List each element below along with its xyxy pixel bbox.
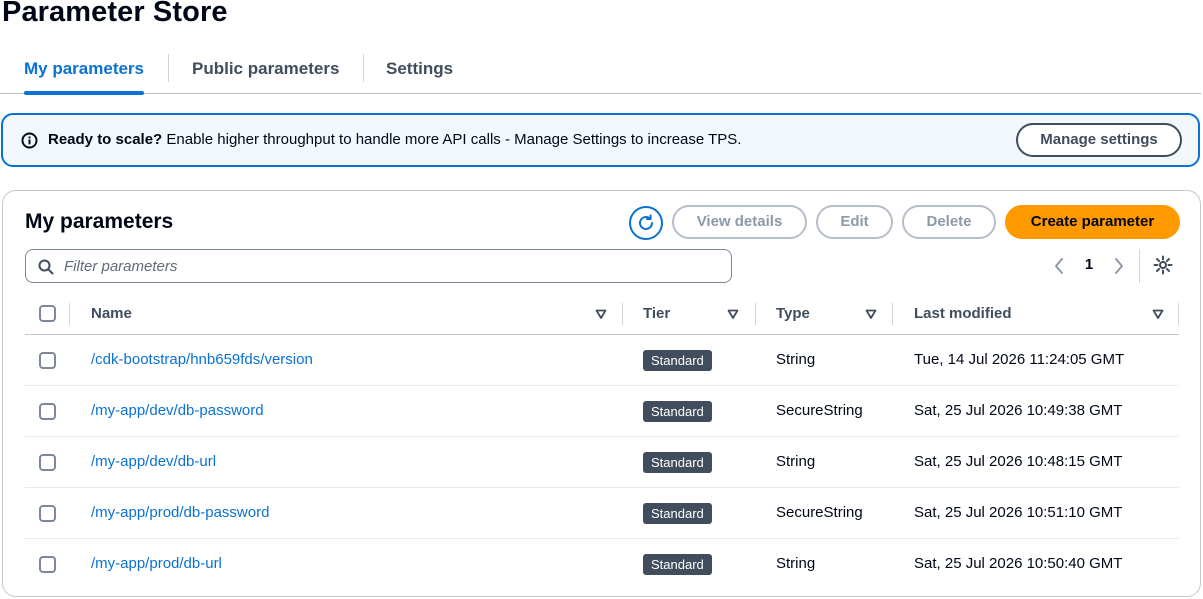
tab-bar: My parameters Public parameters Settings: [0, 46, 1201, 95]
tab-divider: [363, 54, 364, 82]
sort-icon[interactable]: [1152, 308, 1164, 320]
alert-title: Ready to scale?: [48, 131, 163, 148]
table-row: /my-app/dev/db-url Standard String Sat, …: [25, 437, 1179, 488]
info-alert: Ready to scale? Enable higher throughput…: [1, 113, 1200, 167]
row-checkbox[interactable]: [39, 556, 56, 573]
tab-my-parameters[interactable]: My parameters: [24, 46, 145, 95]
table-row: /my-app/dev/db-password Standard SecureS…: [25, 386, 1179, 437]
row-checkbox[interactable]: [39, 505, 56, 522]
parameter-name-link[interactable]: /my-app/prod/db-password: [91, 504, 269, 521]
sort-icon[interactable]: [727, 308, 739, 320]
alert-body: Enable higher throughput to handle more …: [166, 131, 742, 148]
parameter-name-link[interactable]: /my-app/prod/db-url: [91, 555, 222, 572]
row-checkbox[interactable]: [39, 454, 56, 471]
view-details-button[interactable]: View details: [672, 205, 807, 239]
table-row: /cdk-bootstrap/hnb659fds/version Standar…: [25, 335, 1179, 386]
tab-public-parameters[interactable]: Public parameters: [192, 46, 339, 93]
alert-message: Ready to scale? Enable higher throughput…: [48, 131, 741, 148]
tier-badge: Standard: [643, 350, 712, 371]
tab-settings[interactable]: Settings: [386, 46, 453, 93]
last-modified: Sat, 25 Jul 2026 10:51:10 GMT: [914, 504, 1123, 521]
table-row: /my-app/prod/db-url Standard String Sat,…: [25, 539, 1179, 590]
last-modified: Sat, 25 Jul 2026 10:50:40 GMT: [914, 555, 1123, 572]
column-header-name[interactable]: Name: [91, 305, 132, 322]
delete-button[interactable]: Delete: [902, 205, 996, 239]
column-header-tier[interactable]: Tier: [643, 305, 670, 322]
parameter-type: String: [776, 555, 816, 572]
filter-input[interactable]: [64, 254, 714, 278]
parameter-type: SecureString: [776, 402, 863, 419]
row-checkbox[interactable]: [39, 403, 56, 420]
column-header-type[interactable]: Type: [776, 305, 810, 322]
column-divider: [755, 303, 756, 325]
chevron-right-icon[interactable]: [1110, 255, 1128, 277]
page-title: Parameter Store: [2, 0, 228, 28]
parameter-type: String: [776, 351, 816, 368]
row-checkbox[interactable]: [39, 352, 56, 369]
edit-button[interactable]: Edit: [816, 205, 893, 239]
parameter-name-link[interactable]: /my-app/dev/db-password: [91, 402, 264, 419]
tier-badge: Standard: [643, 452, 712, 473]
table-header: Name Tier Type Last modified: [25, 297, 1179, 335]
column-divider: [69, 303, 70, 325]
gear-icon[interactable]: [1153, 254, 1173, 276]
sort-icon[interactable]: [865, 308, 877, 320]
chevron-left-icon[interactable]: [1050, 255, 1068, 277]
select-all-checkbox[interactable]: [39, 305, 56, 322]
column-divider: [622, 303, 623, 325]
parameters-panel: My parameters View details Edit Delete C…: [2, 190, 1201, 597]
last-modified: Sat, 25 Jul 2026 10:48:15 GMT: [914, 453, 1123, 470]
column-divider: [1178, 303, 1179, 325]
column-divider: [892, 303, 893, 325]
parameter-name-link[interactable]: /my-app/dev/db-url: [91, 453, 216, 470]
parameter-type: SecureString: [776, 504, 863, 521]
tier-badge: Standard: [643, 401, 712, 422]
tier-badge: Standard: [643, 503, 712, 524]
create-parameter-button[interactable]: Create parameter: [1005, 205, 1180, 239]
refresh-button[interactable]: [629, 206, 663, 240]
refresh-icon: [639, 214, 653, 230]
parameter-type: String: [776, 453, 816, 470]
column-header-last-modified[interactable]: Last modified: [914, 305, 1012, 322]
info-icon: [21, 132, 38, 149]
search-icon: [38, 259, 54, 275]
last-modified: Sat, 25 Jul 2026 10:49:38 GMT: [914, 402, 1123, 419]
panel-title: My parameters: [25, 210, 174, 233]
pagination-divider: [1139, 249, 1140, 283]
last-modified: Tue, 14 Jul 2026 11:24:05 GMT: [914, 351, 1125, 368]
table-row: /my-app/prod/db-password Standard Secure…: [25, 488, 1179, 539]
sort-icon[interactable]: [595, 308, 607, 320]
parameter-name-link[interactable]: /cdk-bootstrap/hnb659fds/version: [91, 351, 313, 368]
filter-box: [25, 249, 732, 283]
parameters-table: Name Tier Type Last modified /cdk-bootst…: [25, 297, 1179, 590]
page-number[interactable]: 1: [1082, 256, 1096, 273]
tab-divider: [168, 54, 169, 82]
manage-settings-button[interactable]: Manage settings: [1016, 123, 1182, 157]
tier-badge: Standard: [643, 554, 712, 575]
